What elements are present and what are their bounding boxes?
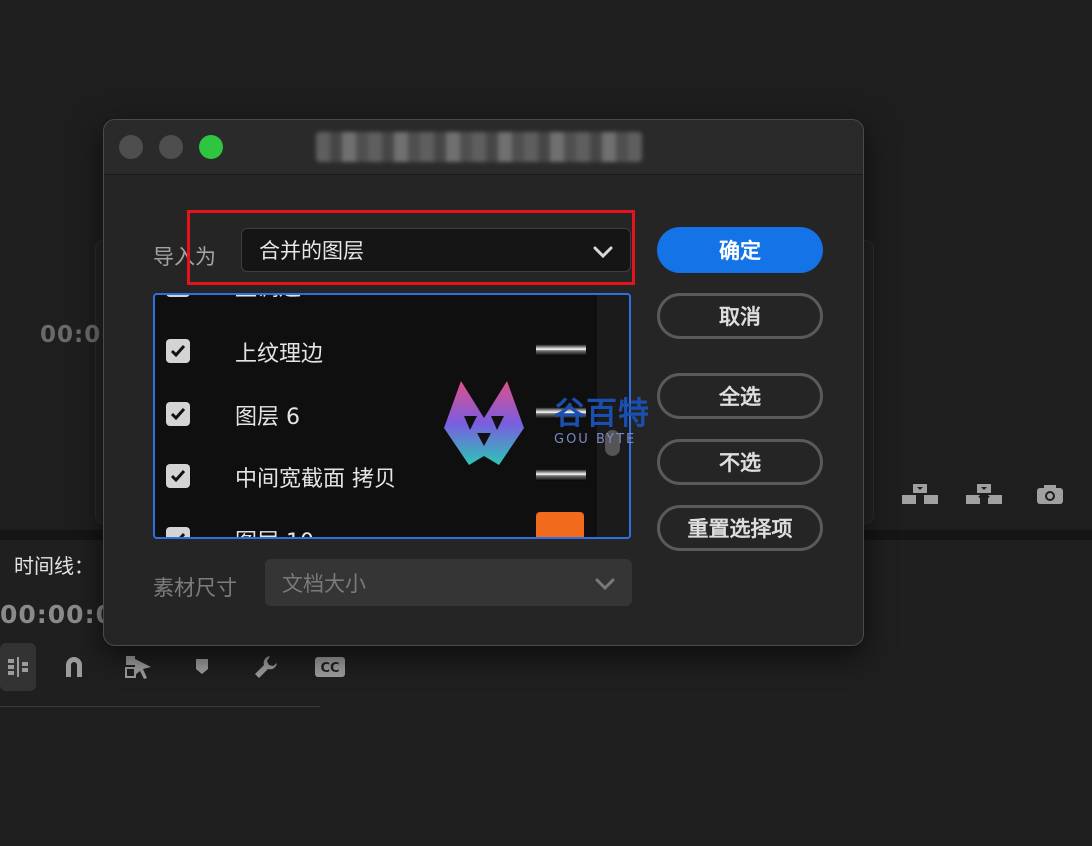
checkbox[interactable]	[166, 295, 190, 297]
checkbox[interactable]	[166, 402, 190, 426]
footage-size-label: 素材尺寸	[153, 576, 237, 600]
list-item[interactable]: 图层 10	[155, 508, 597, 537]
layer-name: 中间宽截面 拷贝	[235, 467, 396, 492]
import-as-dropdown[interactable]: 合并的图层	[241, 228, 631, 272]
captions-icon[interactable]: CC	[312, 643, 348, 691]
list-item[interactable]: 上纹理边	[155, 320, 597, 382]
layer-list[interactable]: 蓝调边 上纹理边 图层 6 中间宽截面 拷贝	[153, 293, 631, 539]
layer-thumbnail	[536, 407, 586, 419]
footage-size-value: 文档大小	[282, 571, 366, 596]
reset-selection-button[interactable]: 重置选择项	[657, 505, 823, 551]
magnet-icon[interactable]	[56, 643, 92, 691]
linked-selection-icon[interactable]	[120, 643, 156, 691]
insert-icon[interactable]	[900, 478, 940, 510]
layer-thumbnail	[536, 469, 586, 481]
chevron-down-icon	[594, 573, 616, 597]
timeline-label: 时间线：	[14, 554, 94, 578]
layer-thumbnail	[536, 512, 584, 537]
marker-icon[interactable]	[184, 643, 220, 691]
ok-button[interactable]: 确定	[657, 227, 823, 273]
overwrite-icon[interactable]	[964, 478, 1004, 510]
select-all-button[interactable]: 全选	[657, 373, 823, 419]
layer-thumbnail	[536, 344, 586, 356]
checkbox[interactable]	[166, 464, 190, 488]
close-window-button[interactable]	[119, 135, 143, 159]
dialog-titlebar[interactable]	[104, 120, 863, 175]
layer-name: 图层 6	[235, 405, 300, 430]
list-item[interactable]: 蓝调边	[155, 295, 597, 316]
select-none-button[interactable]: 不选	[657, 439, 823, 485]
import-psd-dialog: 导入为 合并的图层 蓝调边 上纹理边 图层 6	[103, 119, 864, 646]
svg-text:CC: CC	[320, 661, 339, 676]
scroll-thumb[interactable]	[605, 430, 620, 456]
ripple-tool-icon[interactable]	[0, 643, 36, 691]
layer-name: 蓝调边	[235, 295, 301, 302]
camera-icon[interactable]	[1030, 478, 1070, 510]
footage-size-dropdown: 文档大小	[265, 559, 632, 606]
list-scrollbar[interactable]	[597, 295, 629, 537]
cancel-button[interactable]: 取消	[657, 293, 823, 339]
import-as-value: 合并的图层	[259, 239, 364, 263]
checkbox[interactable]	[166, 527, 190, 537]
layer-name: 上纹理边	[235, 342, 324, 367]
list-item[interactable]: 图层 6	[155, 383, 597, 445]
blurred-dialog-title	[316, 132, 642, 162]
wrench-icon[interactable]	[248, 643, 284, 691]
maximize-window-button[interactable]	[199, 135, 223, 159]
minimize-window-button[interactable]	[159, 135, 183, 159]
import-as-label: 导入为	[153, 245, 216, 269]
chevron-down-icon	[592, 241, 614, 265]
list-item[interactable]: 中间宽截面 拷贝	[155, 445, 597, 507]
program-timecode: 00:0	[40, 322, 102, 348]
checkbox[interactable]	[166, 339, 190, 363]
layer-name: 图层 10	[235, 524, 314, 537]
timeline-ruler-line	[0, 706, 320, 707]
